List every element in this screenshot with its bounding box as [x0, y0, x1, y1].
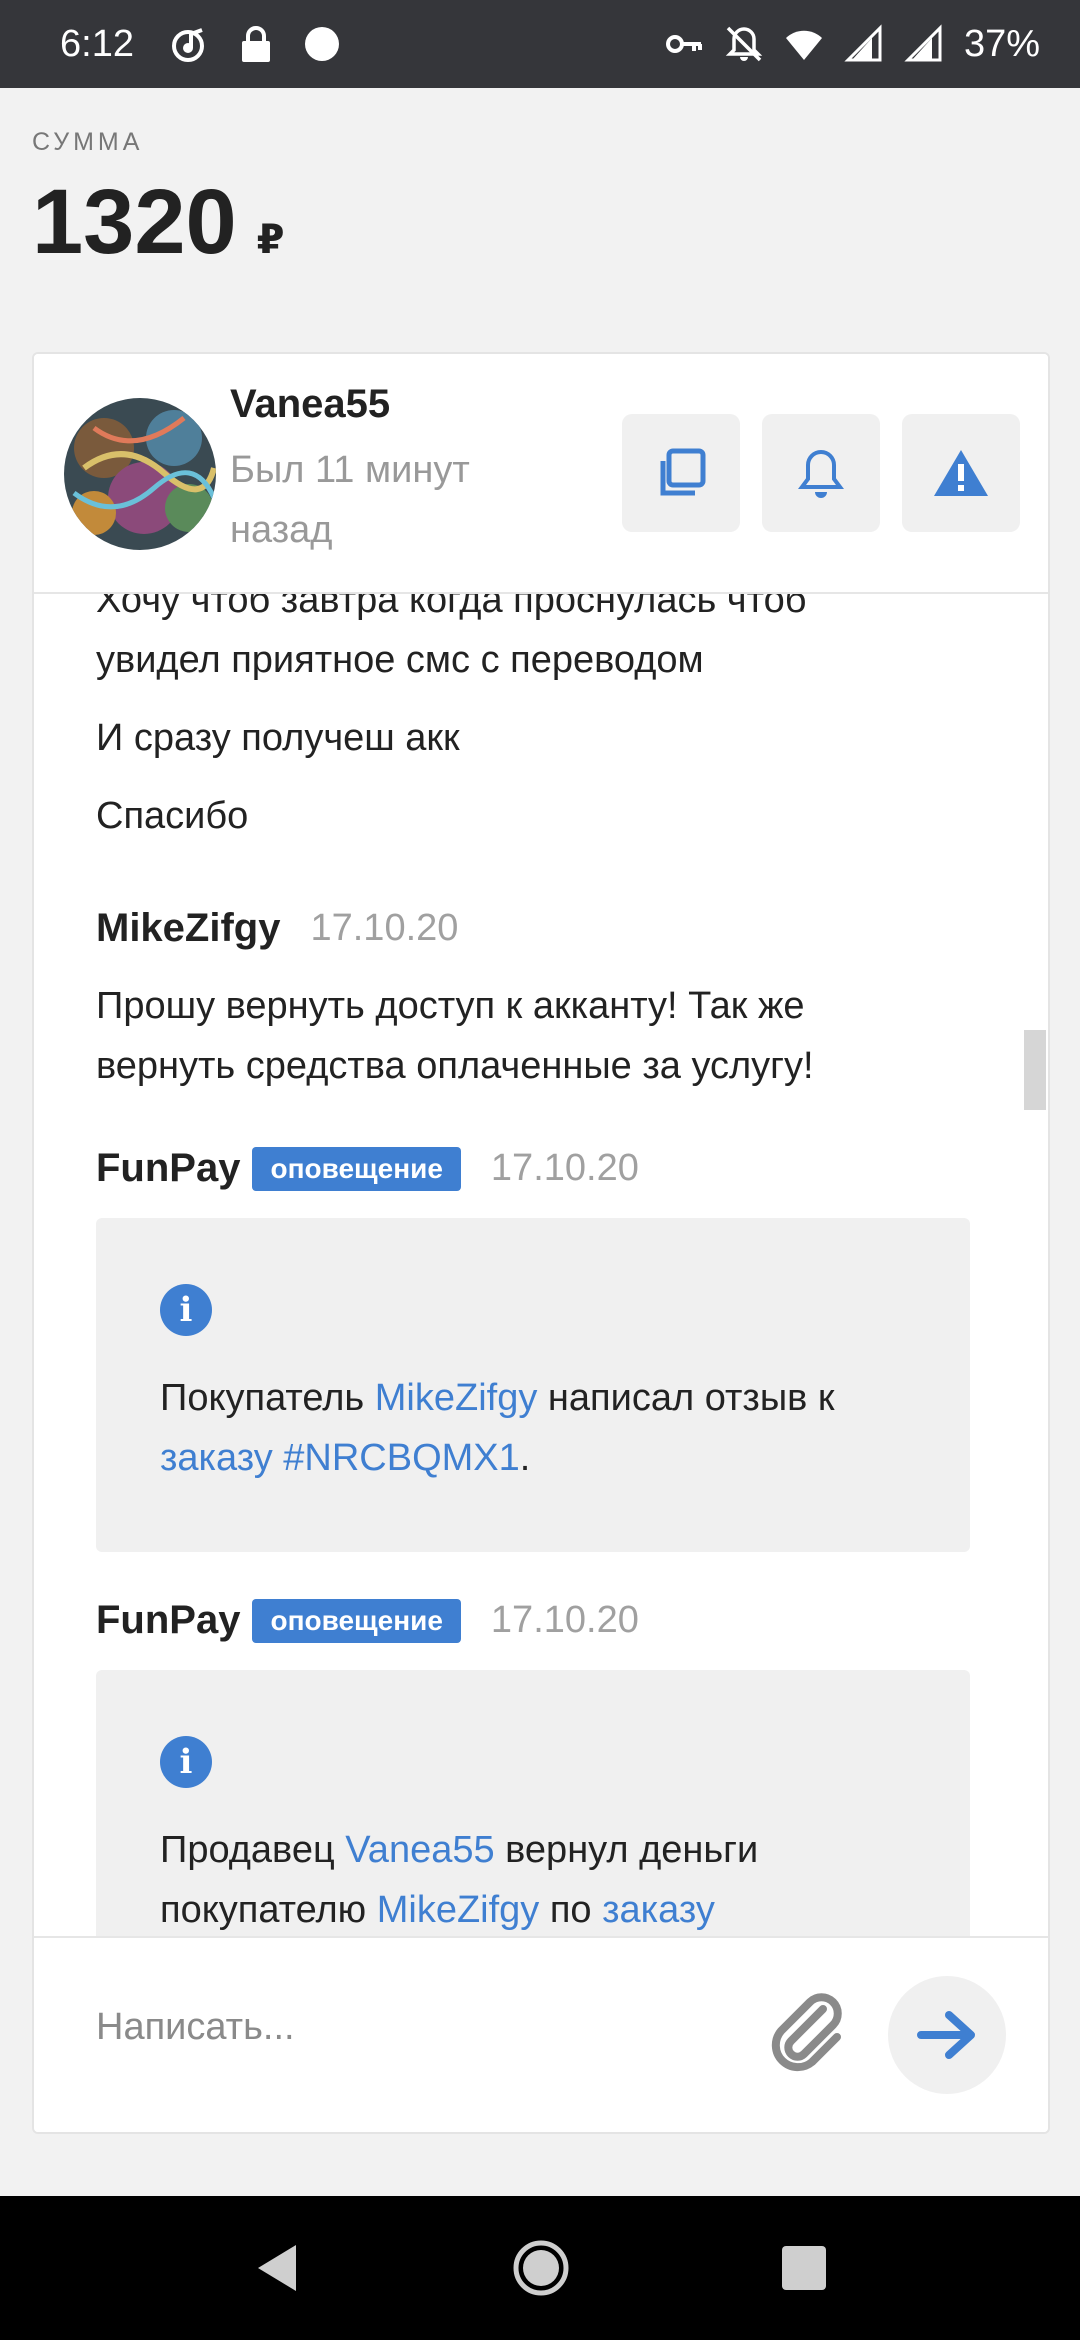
alert-icon: [934, 450, 988, 496]
message-header: FunPay оповещение 17.10.20: [96, 1598, 639, 1643]
sum-value: 1320 ₽: [32, 170, 285, 275]
message-text: вернуть средства оплаченные за услугу!: [96, 1045, 814, 1087]
scrollbar-thumb[interactable]: [1024, 1030, 1046, 1110]
buyer-link[interactable]: MikeZifgy: [377, 1889, 540, 1931]
recents-icon[interactable]: [780, 2244, 828, 2292]
message-header: MikeZifgy 17.10.20: [96, 906, 458, 951]
music-notification-icon: [171, 28, 204, 62]
notice-text-part: .: [519, 1437, 531, 1479]
send-arrow-icon: [917, 2011, 975, 2059]
notice-box: i Покупатель MikeZifgy написал отзыв к з…: [96, 1218, 970, 1552]
lock-icon: [241, 26, 270, 62]
notice-box: i Продавец Vanea55 вернул деньги покупат…: [96, 1670, 970, 1939]
message-input[interactable]: Написать...: [96, 2006, 295, 2049]
paperclip-icon: [771, 1993, 842, 2072]
status-bar: 6:12 37%: [0, 0, 1080, 88]
bell-icon: [798, 449, 844, 498]
user-status: Был 11 минут назад: [230, 449, 470, 551]
system-nav-bar: [0, 2196, 1080, 2340]
notification-badge: оповещение: [252, 1598, 461, 1643]
battery-percent: 37%: [963, 22, 1040, 65]
order-link[interactable]: заказу #NRCBQMX1: [160, 1437, 520, 1479]
avatar[interactable]: [64, 398, 216, 550]
message-date: 17.10.20: [490, 1147, 639, 1189]
message-text: увидел приятное смс с переводом: [96, 639, 704, 681]
order-link[interactable]: заказу: [602, 1889, 715, 1931]
home-icon[interactable]: [512, 2239, 570, 2297]
signal-icon: [844, 24, 882, 62]
message-date: 17.10.20: [310, 907, 459, 949]
notice-text-part: Продавец: [160, 1829, 346, 1871]
info-icon: i: [160, 1284, 212, 1336]
message-text: И сразу получеш акк: [96, 717, 460, 759]
attach-button[interactable]: [764, 1988, 854, 2078]
copy-icon: [660, 448, 706, 496]
avatar-image: [64, 398, 216, 550]
message-text: Хочу чтоб завтра когда проснулась чтоб: [96, 594, 807, 621]
notification-badge: оповещение: [252, 1146, 461, 1191]
message-author: FunPay: [96, 1598, 241, 1642]
sum-currency: ₽: [256, 218, 285, 262]
notice-text: Продавец Vanea55 вернул деньги покупател…: [160, 1820, 920, 1939]
message-list[interactable]: Хочу чтоб завтра когда проснулась чтоб у…: [34, 594, 1048, 1939]
seller-link[interactable]: Vanea55: [345, 1829, 494, 1871]
report-button[interactable]: [902, 414, 1020, 532]
status-time: 6:12: [60, 22, 134, 65]
message-author: FunPay: [96, 1146, 241, 1190]
sum-label: СУММА: [32, 128, 144, 156]
status-icons-left: [170, 24, 342, 64]
status-icons-right: 37%: [664, 23, 1040, 66]
notice-text-part: по: [539, 1889, 603, 1931]
copy-button[interactable]: [622, 414, 740, 532]
notice-text-part: Покупатель: [160, 1377, 375, 1419]
notice-text-part: написал отзыв к: [537, 1377, 835, 1419]
circle-notification-icon: [304, 27, 339, 61]
back-icon[interactable]: [252, 2241, 302, 2295]
user-name[interactable]: Vanea55: [230, 382, 390, 427]
chat-header: Vanea55 Был 11 минут назад: [34, 354, 1048, 594]
buyer-link[interactable]: MikeZifgy: [375, 1377, 538, 1419]
notifications-off-icon: [725, 26, 763, 62]
key-icon: [665, 35, 702, 53]
chat-card: Vanea55 Был 11 минут назад Хочу чтоб зав…: [32, 352, 1050, 2134]
notifications-button[interactable]: [762, 414, 880, 532]
message-text: Спасибо: [96, 795, 249, 837]
send-button[interactable]: [888, 1976, 1006, 2094]
sum-amount: 1320: [32, 171, 237, 273]
wifi-icon: [785, 30, 822, 60]
message-text: Прошу вернуть доступ к акканту! Так же: [96, 985, 805, 1027]
message-author[interactable]: MikeZifgy: [96, 906, 280, 951]
notice-text: Покупатель MikeZifgy написал отзыв к зак…: [160, 1368, 920, 1488]
message-input-bar: Написать...: [34, 1936, 1048, 2132]
message-header: FunPay оповещение 17.10.20: [96, 1146, 639, 1191]
signal-icon-2: [904, 24, 942, 62]
message-date: 17.10.20: [490, 1599, 639, 1641]
info-icon: i: [160, 1736, 212, 1788]
